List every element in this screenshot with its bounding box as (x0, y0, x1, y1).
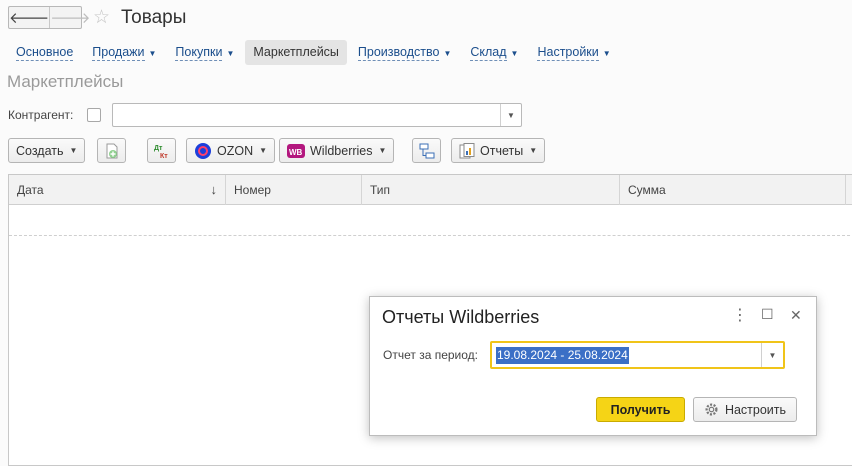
table-row[interactable] (9, 206, 852, 236)
column-label: Тип (370, 183, 391, 197)
column-number[interactable]: Номер (226, 175, 362, 205)
dt-kt-button[interactable]: Дт Кт (147, 138, 176, 163)
dt-text: Дт (154, 145, 163, 152)
wildberries-label: Wildberries (310, 143, 373, 158)
triangle-down-icon: ▼ (510, 49, 519, 58)
get-report-button[interactable]: Получить (596, 397, 685, 422)
sort-arrow-down-icon: ↓ (210, 182, 218, 197)
ozon-label: OZON (217, 143, 254, 158)
wb-badge-text: WB (289, 148, 303, 157)
add-copy-button[interactable] (97, 138, 126, 163)
close-icon[interactable]: ✕ (790, 307, 802, 324)
dropdown-button[interactable]: ▼ (500, 104, 521, 126)
counterparty-field[interactable]: ▼ (112, 103, 522, 127)
section-label: Настройки (537, 45, 599, 61)
section-label: Производство (357, 45, 440, 61)
structure-button[interactable] (412, 138, 441, 163)
document-add-icon (106, 143, 117, 158)
column-type[interactable]: Тип (362, 175, 620, 205)
ozon-button[interactable]: OZON ▼ (186, 138, 276, 163)
section-proizvodstvo[interactable]: Производство ▼ (350, 40, 459, 65)
counterparty-label: Контрагент: (8, 108, 74, 122)
ozon-logo-icon (195, 142, 211, 159)
section-label: Склад (470, 45, 507, 61)
section-nastroyki[interactable]: Настройки ▼ (529, 40, 618, 65)
section-osnovnoe[interactable]: Основное (8, 40, 81, 65)
column-label: Сумма (628, 183, 666, 197)
arrow-right-icon: 🡒 (50, 10, 91, 27)
triangle-down-icon: ▼ (226, 49, 235, 58)
reports-button[interactable]: Отчеты ▼ (451, 138, 546, 163)
navigation-buttons: 🡐 🡒 (8, 6, 90, 29)
create-label: Создать (16, 143, 64, 158)
debit-credit-icon: Дт Кт (154, 145, 168, 160)
period-input[interactable]: 19.08.2024 - 25.08.2024 ▼ (490, 341, 785, 369)
favorite-star-icon[interactable]: ☆ (93, 6, 110, 29)
section-prodazhi[interactable]: Продажи ▼ (84, 40, 164, 65)
maximize-icon[interactable]: ☐ (761, 306, 774, 323)
settings-button[interactable]: Настроить (693, 397, 797, 422)
triangle-down-icon: ▼ (602, 49, 611, 58)
column-date[interactable]: Дата ↓ (9, 175, 226, 205)
report-icon (459, 142, 475, 158)
dialog-title: Отчеты Wildberries (382, 307, 540, 327)
more-menu-icon[interactable]: ⋮ (732, 305, 748, 325)
table-header: Дата ↓ Номер Тип Сумма (9, 175, 852, 205)
triangle-down-icon: ▼ (148, 49, 157, 58)
triangle-down-icon: ▼ (768, 350, 777, 360)
settings-label: Настроить (724, 402, 787, 417)
window-title: Товары (121, 7, 187, 28)
section-pokupki[interactable]: Покупки ▼ (167, 40, 242, 65)
gear-icon (705, 403, 718, 416)
column-label: Дата (17, 183, 44, 197)
section-sklad[interactable]: Склад ▼ (462, 40, 526, 65)
kt-text: Кт (160, 153, 168, 160)
triangle-down-icon: ▼ (69, 146, 78, 155)
section-label: Основное (16, 45, 74, 61)
wildberries-logo-icon: WB (287, 143, 305, 158)
arrow-left-icon: 🡐 (9, 10, 50, 27)
hierarchy-icon (419, 143, 434, 158)
section-panel: Основное Продажи ▼ Покупки ▼ Маркетплейсы … (8, 40, 622, 65)
section-label: Покупки (175, 45, 223, 61)
triangle-down-icon: ▼ (378, 146, 387, 155)
section-label: Маркетплейсы (253, 45, 339, 59)
forward-button[interactable]: 🡒 (50, 7, 90, 28)
column-sum[interactable]: Сумма (620, 175, 846, 205)
period-dropdown-button[interactable]: ▼ (761, 343, 783, 367)
counterparty-checkbox[interactable] (87, 108, 101, 122)
reports-dialog: Отчеты Wildberries ⋮ ☐ ✕ Отчет за период… (369, 296, 817, 436)
triangle-down-icon: ▼ (259, 146, 268, 155)
section-marketplaces[interactable]: Маркетплейсы (245, 40, 347, 65)
column-label: Номер (234, 183, 271, 197)
triangle-down-icon: ▼ (529, 146, 538, 155)
period-value: 19.08.2024 - 25.08.2024 (496, 347, 629, 364)
period-label: Отчет за период: (383, 348, 478, 362)
reports-label: Отчеты (480, 143, 524, 158)
back-button[interactable]: 🡐 (9, 7, 51, 28)
wildberries-button[interactable]: WB Wildberries ▼ (279, 138, 395, 163)
form-title: Маркетплейсы (7, 72, 124, 91)
section-label: Продажи (92, 45, 145, 61)
triangle-down-icon: ▼ (443, 49, 452, 58)
triangle-down-icon: ▼ (507, 110, 515, 120)
create-button[interactable]: Создать ▼ (8, 138, 86, 163)
